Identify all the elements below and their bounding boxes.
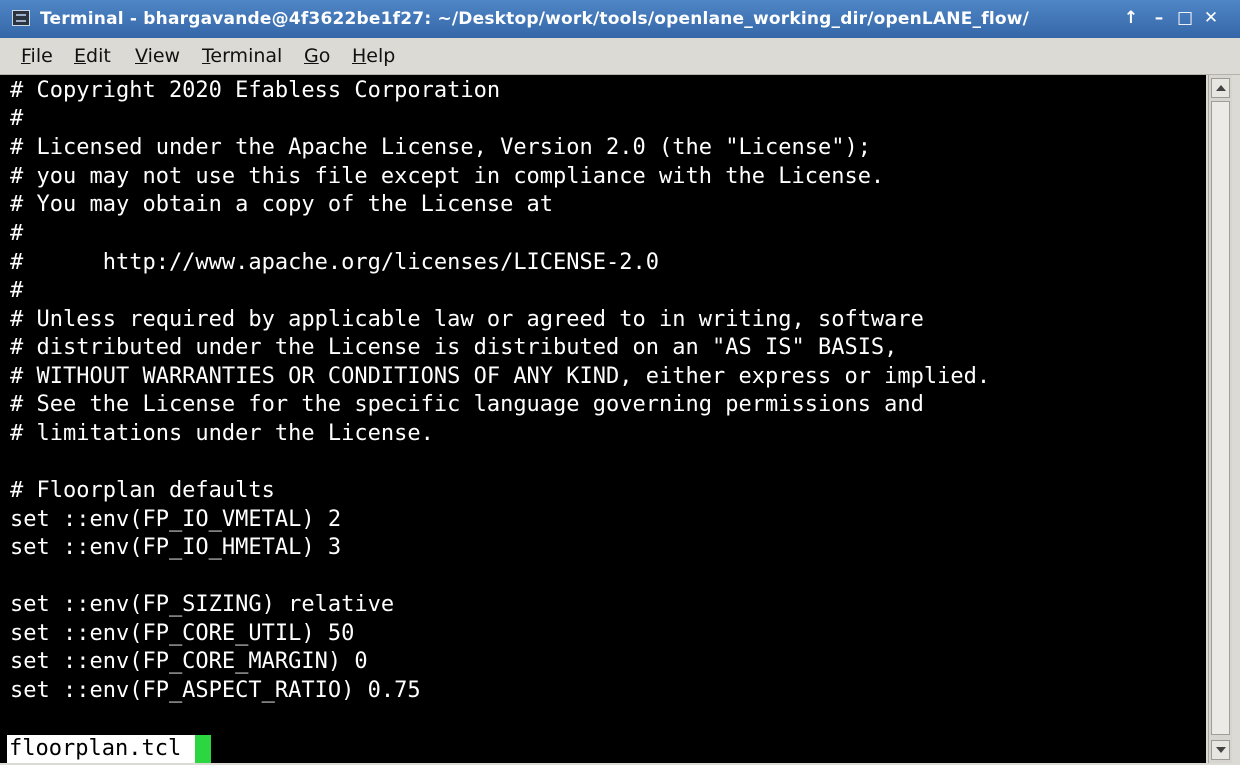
- terminal-line: set ::env(FP_CORE_MARGIN) 0: [10, 649, 368, 674]
- terminal-line: set ::env(FP_ASPECT_RATIO) 0.75: [10, 678, 421, 703]
- text-cursor: [195, 735, 212, 763]
- terminal-app-icon[interactable]: [12, 10, 30, 26]
- terminal-line: # you may not use this file except in co…: [10, 164, 885, 189]
- terminal-line: # Copyright 2020 Efabless Corporation: [10, 78, 501, 103]
- terminal-line: #: [10, 278, 24, 303]
- maximize-button[interactable]: □: [1174, 8, 1196, 28]
- title-bar[interactable]: Terminal - bhargavande@4f3622be1f27: ~/D…: [0, 0, 1240, 38]
- pin-icon[interactable]: ↑: [1120, 8, 1142, 28]
- terminal-line: # http://www.apache.org/licenses/LICENSE…: [10, 250, 660, 275]
- terminal-line: set ::env(FP_IO_HMETAL) 3: [10, 535, 342, 560]
- left-edge: [0, 75, 7, 763]
- terminal-line: set ::env(FP_CORE_UTIL) 50: [10, 621, 355, 646]
- status-filename: floorplan.tcl: [7, 735, 196, 763]
- right-edge: [1232, 75, 1240, 765]
- menu-file[interactable]: File: [21, 45, 53, 67]
- terminal-window: Terminal - bhargavande@4f3622be1f27: ~/D…: [0, 0, 1240, 765]
- window-title: Terminal - bhargavande@4f3622be1f27: ~/D…: [40, 9, 1030, 29]
- terminal-line: set ::env(FP_SIZING) relative: [10, 592, 395, 617]
- terminal-line: #: [10, 221, 24, 246]
- terminal-line: # See the License for the specific langu…: [10, 392, 924, 417]
- terminal-line: # distributed under the License is distr…: [10, 335, 898, 360]
- scrollbar-thumb[interactable]: [1211, 101, 1230, 735]
- terminal-line: # Floorplan defaults: [10, 478, 275, 503]
- terminal-line: # limitations under the License.: [10, 421, 434, 446]
- terminal-line: # WITHOUT WARRANTIES OR CONDITIONS OF AN…: [10, 364, 991, 389]
- menu-view[interactable]: View: [135, 45, 180, 67]
- vertical-scrollbar[interactable]: [1208, 75, 1232, 763]
- editor-status-line: floorplan.tcl: [7, 735, 212, 763]
- menu-help[interactable]: Help: [352, 45, 395, 67]
- menu-edit[interactable]: Edit: [74, 45, 111, 67]
- close-button[interactable]: ✕: [1200, 8, 1222, 28]
- menu-terminal[interactable]: Terminal: [202, 45, 282, 67]
- terminal-output[interactable]: # Copyright 2020 Efabless Corporation # …: [7, 75, 1206, 763]
- scroll-down-icon[interactable]: [1211, 740, 1230, 760]
- minimize-button[interactable]: –: [1148, 8, 1170, 28]
- menu-bar: File Edit View Terminal Go Help: [0, 38, 1240, 75]
- scroll-up-icon[interactable]: [1211, 78, 1230, 98]
- terminal-line: #: [10, 106, 24, 131]
- terminal-line: # Unless required by applicable law or a…: [10, 307, 924, 332]
- terminal-line: # You may obtain a copy of the License a…: [10, 192, 554, 217]
- menu-go[interactable]: Go: [304, 45, 330, 67]
- terminal-line: set ::env(FP_IO_VMETAL) 2: [10, 507, 342, 532]
- terminal-line: # Licensed under the Apache License, Ver…: [10, 135, 871, 160]
